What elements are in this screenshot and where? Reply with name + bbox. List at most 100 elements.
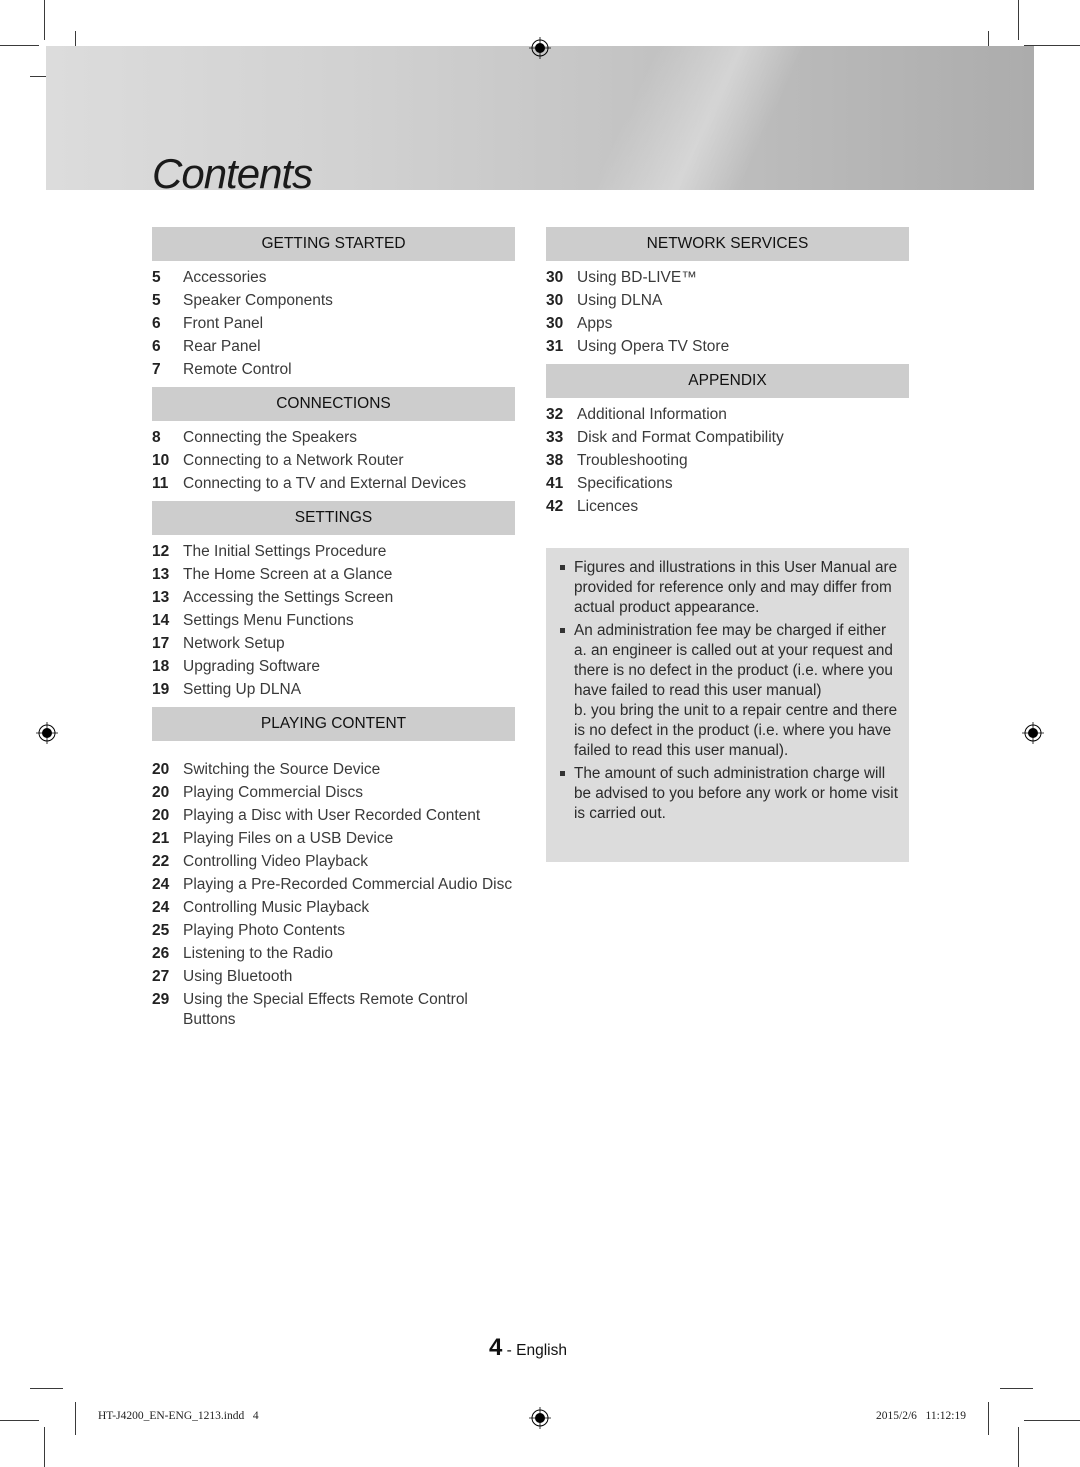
toc-entry[interactable]: 31 Using Opera TV Store	[546, 335, 909, 358]
toc-entry[interactable]: 33 Disk and Format Compatibility	[546, 426, 909, 449]
entry-page: 21	[152, 830, 170, 847]
entry-page: 12	[152, 543, 170, 560]
crop-mark	[1024, 1420, 1080, 1421]
toc-entry[interactable]: 32 Additional Information	[546, 403, 909, 426]
entry-label: Using DLNA	[577, 292, 663, 309]
crop-mark	[44, 1427, 45, 1467]
entry-page: 6	[152, 315, 161, 332]
toc-entry[interactable]: 19 Setting Up DLNA	[152, 678, 515, 701]
entry-page: 18	[152, 658, 170, 675]
toc-entry[interactable]: 10 Connecting to a Network Router	[152, 449, 515, 472]
entry-label: Controlling Video Playback	[183, 853, 368, 870]
entry-label: The Home Screen at a Glance	[183, 566, 393, 583]
entry-label: Licences	[577, 498, 639, 515]
toc-entry[interactable]: 17 Network Setup	[152, 632, 515, 655]
square-bullet-icon	[558, 558, 574, 618]
entry-label: Rear Panel	[183, 338, 261, 355]
toc-entry[interactable]: 7 Remote Control	[152, 358, 515, 381]
toc-right-column: NETWORK SERVICES 30 Using BD-LIVE™ 30 Usin…	[546, 227, 909, 524]
toc-entry[interactable]: 25 Playing Photo Contents	[152, 919, 515, 942]
toc-entry[interactable]: 8 Connecting the Speakers	[152, 426, 515, 449]
note-item: Figures and illustrations in this User M…	[558, 558, 899, 618]
toc-entry[interactable]: 30 Using DLNA	[546, 289, 909, 312]
toc-entry[interactable]: 11 Connecting to a TV and External Device…	[152, 472, 515, 495]
entry-page: 19	[152, 681, 170, 698]
crop-mark	[30, 1388, 63, 1389]
toc-entry[interactable]: 13 Accessing the Settings Screen	[152, 586, 515, 609]
toc-entry[interactable]: 13 The Home Screen at a Glance	[152, 563, 515, 586]
entry-label: Troubleshooting	[577, 452, 688, 469]
toc-entry[interactable]: 21 Playing Files on a USB Device	[152, 827, 515, 850]
registration-mark-icon	[36, 722, 58, 744]
toc-section-connections: CONNECTIONS 8 Connecting the Speakers 10 C…	[152, 387, 515, 501]
note-item: An administration fee may be charged if …	[558, 621, 899, 761]
toc-entry[interactable]: 29 Using the Special Effects Remote Contr…	[152, 988, 515, 1030]
note-text: An administration fee may be charged if …	[574, 622, 898, 759]
crop-mark	[75, 1402, 76, 1435]
toc-entry[interactable]: 26 Listening to the Radio	[152, 942, 515, 965]
toc-entry[interactable]: 24 Playing a Pre-Recorded Commercial Audi…	[152, 873, 515, 896]
crop-mark	[0, 45, 39, 46]
footer-filename: HT-J4200_EN-ENG_1213.indd 4	[98, 1410, 259, 1422]
toc-entry[interactable]: 12 The Initial Settings Procedure	[152, 540, 515, 563]
entry-page: 30	[546, 315, 564, 332]
toc-entry[interactable]: 14 Settings Menu Functions	[152, 609, 515, 632]
registration-mark-icon	[529, 1407, 551, 1429]
toc-entry[interactable]: 38 Troubleshooting	[546, 449, 909, 472]
note-item: The amount of such administration charge…	[558, 764, 899, 824]
entry-page: 24	[152, 899, 170, 916]
page-title: Contents	[152, 150, 313, 197]
toc-entry[interactable]: 20 Playing a Disc with User Recorded Cont…	[152, 804, 515, 827]
entry-label: Accessories	[183, 269, 267, 286]
entry-label: Specifications	[577, 475, 673, 492]
square-bullet-icon	[558, 764, 574, 824]
notes-box: Figures and illustrations in this User M…	[546, 548, 909, 862]
entry-page: 24	[152, 876, 170, 893]
toc-entry[interactable]: 18 Upgrading Software	[152, 655, 515, 678]
entry-label: Listening to the Radio	[183, 945, 333, 962]
entry-label: Playing Files on a USB Device	[183, 830, 394, 847]
entry-label: Setting Up DLNA	[183, 681, 302, 698]
toc-entry[interactable]: 30 Apps	[546, 312, 909, 335]
note-text: The amount of such administration charge…	[574, 765, 898, 822]
entry-page: 7	[152, 361, 161, 378]
toc-entry[interactable]: 41 Specifications	[546, 472, 909, 495]
section-heading: NETWORK SERVICES	[546, 227, 909, 261]
entry-label: The Initial Settings Procedure	[183, 543, 387, 560]
crop-mark	[1000, 1388, 1033, 1389]
toc-entry[interactable]: 6 Front Panel	[152, 312, 515, 335]
toc-entry[interactable]: 22 Controlling Video Playback	[152, 850, 515, 873]
section-heading: GETTING STARTED	[152, 227, 515, 261]
entry-page: 33	[546, 429, 564, 446]
toc-entry[interactable]: 5 Accessories	[152, 266, 515, 289]
entry-label: Connecting to a Network Router	[183, 452, 404, 469]
toc-entry[interactable]: 20 Playing Commercial Discs	[152, 781, 515, 804]
entry-page: 31	[546, 338, 564, 355]
toc-entry[interactable]: 6 Rear Panel	[152, 335, 515, 358]
page-number-value: 4	[489, 1334, 503, 1361]
section-heading: APPENDIX	[546, 364, 909, 398]
entry-page: 8	[152, 429, 161, 446]
entry-label: Using Bluetooth	[183, 968, 293, 985]
toc-entry[interactable]: 27 Using Bluetooth	[152, 965, 515, 988]
toc-entry[interactable]: 42 Licences	[546, 495, 909, 518]
entry-page: 29	[152, 991, 170, 1008]
toc-entry[interactable]: 24 Controlling Music Playback	[152, 896, 515, 919]
toc-entry[interactable]: 5 Speaker Components	[152, 289, 515, 312]
entry-label: Using BD-LIVE™	[577, 269, 697, 286]
entry-page: 32	[546, 406, 564, 423]
footer-datetime: 2015/2/6 11:12:19	[876, 1410, 966, 1422]
crop-mark	[0, 1420, 39, 1421]
toc-entry[interactable]: 30 Using BD-LIVE™	[546, 266, 909, 289]
entry-label: Disk and Format Compatibility	[577, 429, 784, 446]
section-heading: SETTINGS	[152, 501, 515, 535]
square-bullet-icon	[558, 621, 574, 761]
entry-page: 20	[152, 784, 170, 801]
entry-label: Switching the Source Device	[183, 761, 381, 778]
entry-label: Accessing the Settings Screen	[183, 589, 394, 606]
entry-label: Using the Special Effects Remote Control…	[183, 991, 468, 1028]
section-heading: PLAYING CONTENT	[152, 707, 515, 741]
entry-page: 10	[152, 452, 170, 469]
toc-entry[interactable]: 20 Switching the Source Device	[152, 758, 515, 781]
registration-mark-icon	[1022, 722, 1044, 744]
